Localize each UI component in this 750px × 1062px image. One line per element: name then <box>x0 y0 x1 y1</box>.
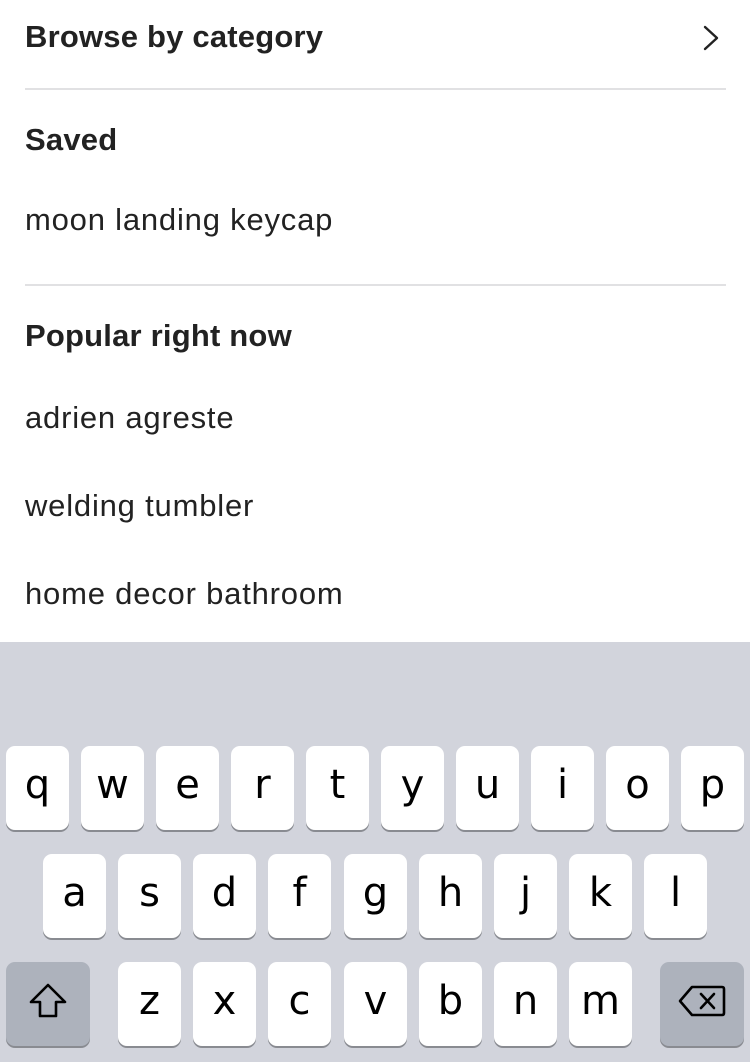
key-l[interactable]: l <box>644 854 707 938</box>
shift-icon <box>28 982 68 1020</box>
key-h[interactable]: h <box>419 854 482 938</box>
key-r[interactable]: r <box>231 746 294 830</box>
key-u[interactable]: u <box>456 746 519 830</box>
chevron-right-icon <box>698 25 724 51</box>
key-i[interactable]: i <box>531 746 594 830</box>
key-j[interactable]: j <box>494 854 557 938</box>
search-suggestions-screen: Browse by category Saved moon landing ke… <box>0 0 750 1062</box>
key-m[interactable]: m <box>569 962 632 1046</box>
key-g[interactable]: g <box>344 854 407 938</box>
shift-key[interactable] <box>6 962 90 1046</box>
key-w[interactable]: w <box>81 746 144 830</box>
key-s[interactable]: s <box>118 854 181 938</box>
key-y[interactable]: y <box>381 746 444 830</box>
key-c[interactable]: c <box>268 962 331 1046</box>
saved-search-item[interactable]: moon landing keycap <box>25 202 333 238</box>
popular-search-item[interactable]: welding tumbler <box>25 488 254 524</box>
popular-search-item[interactable]: home decor bathroom <box>25 576 343 612</box>
on-screen-keyboard: q w e r t y u i o p a s d f g h j k l z … <box>0 642 750 1062</box>
browse-by-category-row[interactable]: Browse by category <box>0 0 750 78</box>
key-a[interactable]: a <box>43 854 106 938</box>
divider <box>25 284 726 286</box>
divider <box>25 88 726 90</box>
key-p[interactable]: p <box>681 746 744 830</box>
browse-by-category-label: Browse by category <box>25 19 324 54</box>
key-e[interactable]: e <box>156 746 219 830</box>
key-t[interactable]: t <box>306 746 369 830</box>
key-b[interactable]: b <box>419 962 482 1046</box>
key-q[interactable]: q <box>6 746 69 830</box>
popular-search-item[interactable]: adrien agreste <box>25 400 234 436</box>
key-d[interactable]: d <box>193 854 256 938</box>
key-k[interactable]: k <box>569 854 632 938</box>
key-o[interactable]: o <box>606 746 669 830</box>
key-x[interactable]: x <box>193 962 256 1046</box>
backspace-icon <box>678 984 726 1018</box>
popular-heading: Popular right now <box>25 318 292 353</box>
key-v[interactable]: v <box>344 962 407 1046</box>
saved-heading: Saved <box>25 122 118 157</box>
key-f[interactable]: f <box>268 854 331 938</box>
key-n[interactable]: n <box>494 962 557 1046</box>
key-z[interactable]: z <box>118 962 181 1046</box>
delete-key[interactable] <box>660 962 744 1046</box>
